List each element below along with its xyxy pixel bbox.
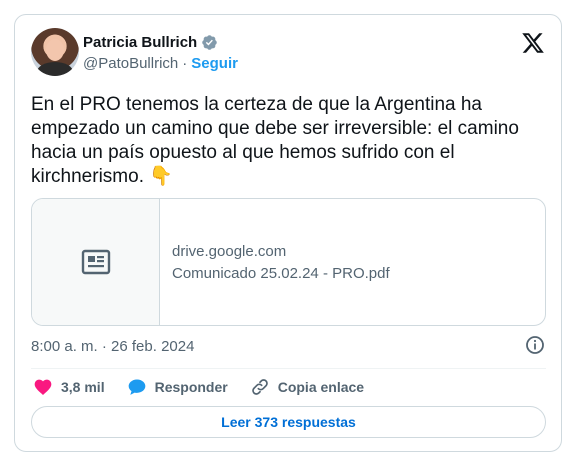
document-icon: [81, 249, 110, 275]
link-thumbnail: [32, 199, 160, 325]
author-handle-row: @PatoBullrich · Seguir: [83, 55, 238, 72]
copy-link-label: Copia enlace: [277, 379, 365, 395]
tweet-text: En el PRO tenemos la certeza de que la A…: [31, 93, 541, 189]
follow-button[interactable]: Seguir: [191, 55, 238, 72]
action-bar: 3,8 mil Responder Copia enlace: [33, 376, 386, 398]
pointing-down-emoji: 👇: [149, 166, 173, 187]
link-icon: [251, 379, 268, 395]
verified-badge-icon: [202, 35, 217, 50]
tweet-card: Patricia Bullrich @PatoBullrich · Seguir…: [14, 14, 562, 452]
link-domain: drive.google.com: [172, 243, 287, 260]
link-title: Comunicado 25.02.24 - PRO.pdf: [172, 265, 390, 282]
link-preview-card[interactable]: drive.google.com Comunicado 25.02.24 - P…: [31, 198, 546, 326]
tweet-body: En el PRO tenemos la certeza de que la A…: [31, 94, 519, 187]
author-handle[interactable]: @PatoBullrich: [83, 55, 178, 72]
avatar-face: [46, 39, 64, 61]
likes-count: 3,8 mil: [61, 379, 105, 395]
avatar-shoulders: [37, 62, 73, 76]
handle-separator: ·: [182, 55, 188, 72]
author-name[interactable]: Patricia Bullrich: [83, 34, 197, 51]
like-button[interactable]: 3,8 mil: [33, 377, 105, 397]
reply-button[interactable]: Responder: [127, 377, 228, 397]
copy-link-button[interactable]: Copia enlace: [250, 377, 364, 397]
speech-bubble-icon: [128, 379, 145, 395]
info-icon[interactable]: [525, 335, 545, 355]
reply-label: Responder: [154, 379, 228, 395]
heart-icon: [34, 379, 52, 395]
avatar[interactable]: [31, 28, 79, 76]
author-name-row: Patricia Bullrich: [83, 34, 218, 51]
actions-divider: [31, 368, 546, 369]
read-replies-button[interactable]: Leer 373 respuestas: [31, 406, 546, 438]
tweet-timestamp[interactable]: 8:00 a. m. · 26 feb. 2024: [31, 338, 194, 355]
x-logo-icon[interactable]: [521, 31, 545, 55]
